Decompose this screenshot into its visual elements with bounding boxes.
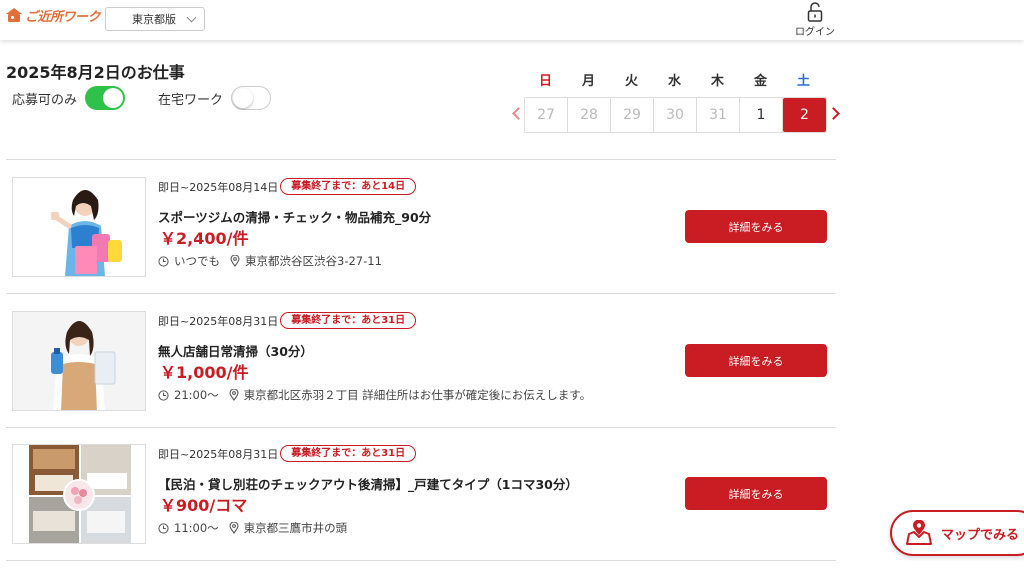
weekday-sun: 日 <box>538 74 552 89</box>
job-time: いつでも <box>174 254 220 268</box>
login-button[interactable]: ログイン <box>792 2 838 38</box>
site-header: ご近所ワーク 東京都版 ログイン <box>0 0 1024 40</box>
calendar-prev-arrow-icon[interactable] <box>512 107 525 120</box>
toggle-knob <box>233 88 254 108</box>
view-map-label: マップでみる <box>941 527 1020 543</box>
calendar-weekdays: 日 月 火 水 木 金 土 <box>524 70 825 89</box>
view-details-button[interactable]: 詳細をみる <box>685 344 827 377</box>
map-pin-icon <box>229 522 239 534</box>
calendar-next-arrow-icon[interactable] <box>827 107 840 120</box>
rental-house-image <box>13 445 145 543</box>
map-pin-icon <box>229 389 239 401</box>
site-logo[interactable]: ご近所ワーク <box>6 6 101 25</box>
region-select-value: 東京都版 <box>132 13 176 26</box>
weekday-tue: 火 <box>624 74 638 89</box>
deadline-badge: 募集終了まで：あと31日 <box>280 445 417 462</box>
divider <box>6 560 836 561</box>
job-meta: 即日~2025年08月31日 募集終了まで：あと31日 <box>158 312 417 329</box>
toggle-remote-work-label: 在宅ワーク <box>158 92 224 108</box>
job-info: 21:00～ 東京都北区赤羽２丁目 詳細住所はお仕事が確定後にお伝えします。 <box>158 387 591 403</box>
weekday-sat: 土 <box>796 74 810 89</box>
chevron-down-icon <box>186 12 197 23</box>
job-card: 即日~2025年08月31日 募集終了まで：あと31日 無人店舗日常清掃（30分… <box>12 311 832 411</box>
job-title[interactable]: 【民泊・貸し別荘のチェックアウト後清掃】_戸建てタイプ（1コマ30分） <box>158 474 578 493</box>
view-details-button[interactable]: 詳細をみる <box>685 477 827 510</box>
house-icon <box>6 8 22 22</box>
divider <box>6 427 836 428</box>
cleaning-woman-image <box>13 178 145 276</box>
job-title[interactable]: スポーツジムの清掃・チェック・物品補充_90分 <box>158 207 431 226</box>
toggle-knob <box>103 88 124 108</box>
weekday-mon: 月 <box>581 74 595 89</box>
clock-icon <box>158 389 169 401</box>
job-location: 東京都渋谷区渋谷3-27-11 <box>245 254 382 268</box>
job-time: 21:00～ <box>174 388 219 402</box>
clock-icon <box>158 255 169 267</box>
job-period: 即日~2025年08月31日 <box>158 314 279 328</box>
job-period: 即日~2025年08月31日 <box>158 447 279 461</box>
woman-in-apron-image <box>13 312 145 410</box>
deadline-badge: 募集終了まで：あと14日 <box>280 178 417 195</box>
job-thumbnail[interactable] <box>12 177 146 277</box>
weekday-fri: 金 <box>753 74 767 89</box>
job-card: 即日~2025年08月31日 募集終了まで：あと31日 【民泊・貸し別荘のチェッ… <box>12 444 832 544</box>
clock-icon <box>158 522 169 534</box>
calendar-day: 31 <box>697 98 740 132</box>
logo-text: ご近所ワーク <box>25 9 101 25</box>
calendar-day-selected[interactable]: 2 <box>783 98 826 132</box>
job-period: 即日~2025年08月14日 <box>158 180 279 194</box>
job-location: 東京都三鷹市井の頭 <box>243 521 348 535</box>
divider <box>6 293 836 294</box>
map-pin-icon <box>230 255 240 267</box>
calendar-day[interactable]: 1 <box>740 98 783 132</box>
calendar-day: 30 <box>654 98 697 132</box>
calendar-day: 29 <box>611 98 654 132</box>
job-pay: ￥2,400/件 <box>160 229 249 248</box>
job-location: 東京都北区赤羽２丁目 詳細住所はお仕事が確定後にお伝えします。 <box>243 388 592 402</box>
login-label: ログイン <box>795 27 835 38</box>
job-thumbnail[interactable] <box>12 311 146 411</box>
weekday-wed: 水 <box>667 74 681 89</box>
calendar-days: 27 28 29 30 31 1 2 <box>524 97 827 133</box>
toggle-remote-work-switch[interactable] <box>231 86 272 110</box>
page-title: 2025年8月2日のお仕事 <box>6 63 185 82</box>
job-pay: ￥900/コマ <box>160 496 248 515</box>
deadline-badge: 募集終了まで：あと31日 <box>280 312 417 329</box>
calendar-day: 27 <box>525 98 568 132</box>
toggle-apply-only-label: 応募可のみ <box>12 92 78 108</box>
map-pin-icon <box>906 520 932 545</box>
job-info: 11:00～ 東京都三鷹市井の頭 <box>158 520 347 536</box>
weekday-thu: 木 <box>710 74 724 89</box>
job-title[interactable]: 無人店舗日常清掃（30分） <box>158 341 313 360</box>
job-card: 即日~2025年08月14日 募集終了まで：あと14日 スポーツジムの清掃・チェ… <box>12 177 832 277</box>
region-select[interactable]: 東京都版 <box>105 7 205 31</box>
job-meta: 即日~2025年08月31日 募集終了まで：あと31日 <box>158 445 417 462</box>
job-info: いつでも 東京都渋谷区渋谷3-27-11 <box>158 253 382 269</box>
view-map-button[interactable]: マップでみる <box>890 510 1024 556</box>
divider <box>6 159 836 160</box>
view-details-button[interactable]: 詳細をみる <box>685 210 827 243</box>
toggle-apply-only-switch[interactable] <box>85 86 126 110</box>
unlock-icon <box>807 2 823 22</box>
calendar-day: 28 <box>568 98 611 132</box>
job-time: 11:00～ <box>174 521 219 535</box>
job-pay: ￥1,000/件 <box>160 363 249 382</box>
toggle-apply-only: 応募可のみ <box>12 86 126 110</box>
job-meta: 即日~2025年08月14日 募集終了まで：あと14日 <box>158 178 417 195</box>
toggle-remote-work: 在宅ワーク <box>158 86 272 110</box>
job-thumbnail[interactable] <box>12 444 146 544</box>
